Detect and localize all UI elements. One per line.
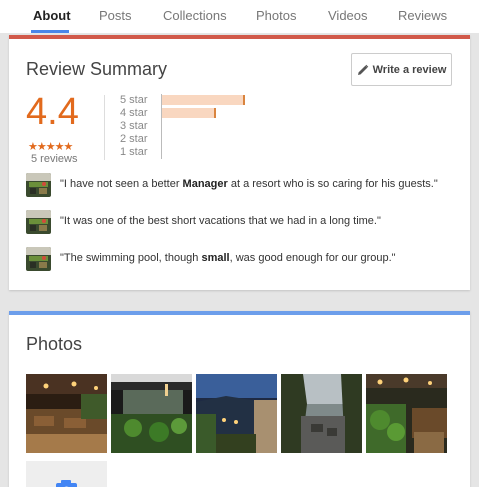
reviewer-thumbnail <box>26 247 51 271</box>
tab-videos[interactable]: Videos <box>328 8 368 23</box>
rating-divider <box>104 95 105 160</box>
distribution-row: 2 star <box>120 133 320 146</box>
tab-reviews[interactable]: Reviews <box>398 8 447 23</box>
distribution-axis <box>161 146 162 159</box>
photo-thumbnail[interactable] <box>281 374 362 453</box>
review-snippet[interactable]: "The swimming pool, though small, was go… <box>26 247 456 271</box>
review-text: "It was one of the best short vacations … <box>60 215 381 227</box>
distribution-label: 5 star <box>120 94 148 106</box>
review-snippet[interactable]: "I have not seen a better Manager at a r… <box>26 173 456 197</box>
tab-photos[interactable]: Photos <box>256 8 296 23</box>
review-summary-card: Review Summary Write a review 4.4 ★★★★★ … <box>9 35 470 290</box>
star-rating-icons: ★★★★★ <box>28 141 73 153</box>
distribution-row: 1 star <box>120 146 320 159</box>
photo-thumbnail[interactable] <box>26 374 107 453</box>
write-review-label: Write a review <box>372 63 447 76</box>
camera-icon <box>56 480 77 487</box>
distribution-label: 3 star <box>120 120 148 132</box>
tab-posts[interactable]: Posts <box>99 8 132 23</box>
photo-thumbnail[interactable] <box>366 374 447 453</box>
pencil-icon <box>357 64 368 75</box>
tab-bar: About Posts Collections Photos Videos Re… <box>0 0 479 33</box>
review-snippet[interactable]: "It was one of the best short vacations … <box>26 210 456 234</box>
distribution-label: 4 star <box>120 107 148 119</box>
reviewer-thumbnail <box>26 210 51 234</box>
review-text: "I have not seen a better Manager at a r… <box>60 178 438 190</box>
tab-collections[interactable]: Collections <box>163 8 227 23</box>
distribution-bar <box>162 95 245 105</box>
photo-thumbnail[interactable] <box>111 374 192 453</box>
distribution-row: 3 star <box>120 120 320 133</box>
active-tab-indicator <box>31 30 69 33</box>
tab-about[interactable]: About <box>33 8 71 23</box>
photos-title: Photos <box>26 334 83 354</box>
add-photo-button[interactable] <box>26 461 107 487</box>
average-rating: 4.4 <box>26 91 79 133</box>
distribution-row: 4 star <box>120 107 320 120</box>
distribution-row: 5 star <box>120 94 320 107</box>
photo-thumbnail[interactable] <box>196 374 277 453</box>
distribution-label: 1 star <box>120 146 148 158</box>
distribution-axis <box>161 133 162 146</box>
photos-card: Photos <box>9 311 470 487</box>
review-text: "The swimming pool, though small, was go… <box>60 252 396 264</box>
review-count-link[interactable]: 5 reviews <box>31 153 77 165</box>
distribution-bar <box>162 108 216 118</box>
review-summary-title: Review Summary <box>26 59 168 79</box>
reviewer-thumbnail <box>26 173 51 197</box>
distribution-axis <box>161 120 162 133</box>
distribution-label: 2 star <box>120 133 148 145</box>
write-review-button[interactable]: Write a review <box>351 53 452 86</box>
